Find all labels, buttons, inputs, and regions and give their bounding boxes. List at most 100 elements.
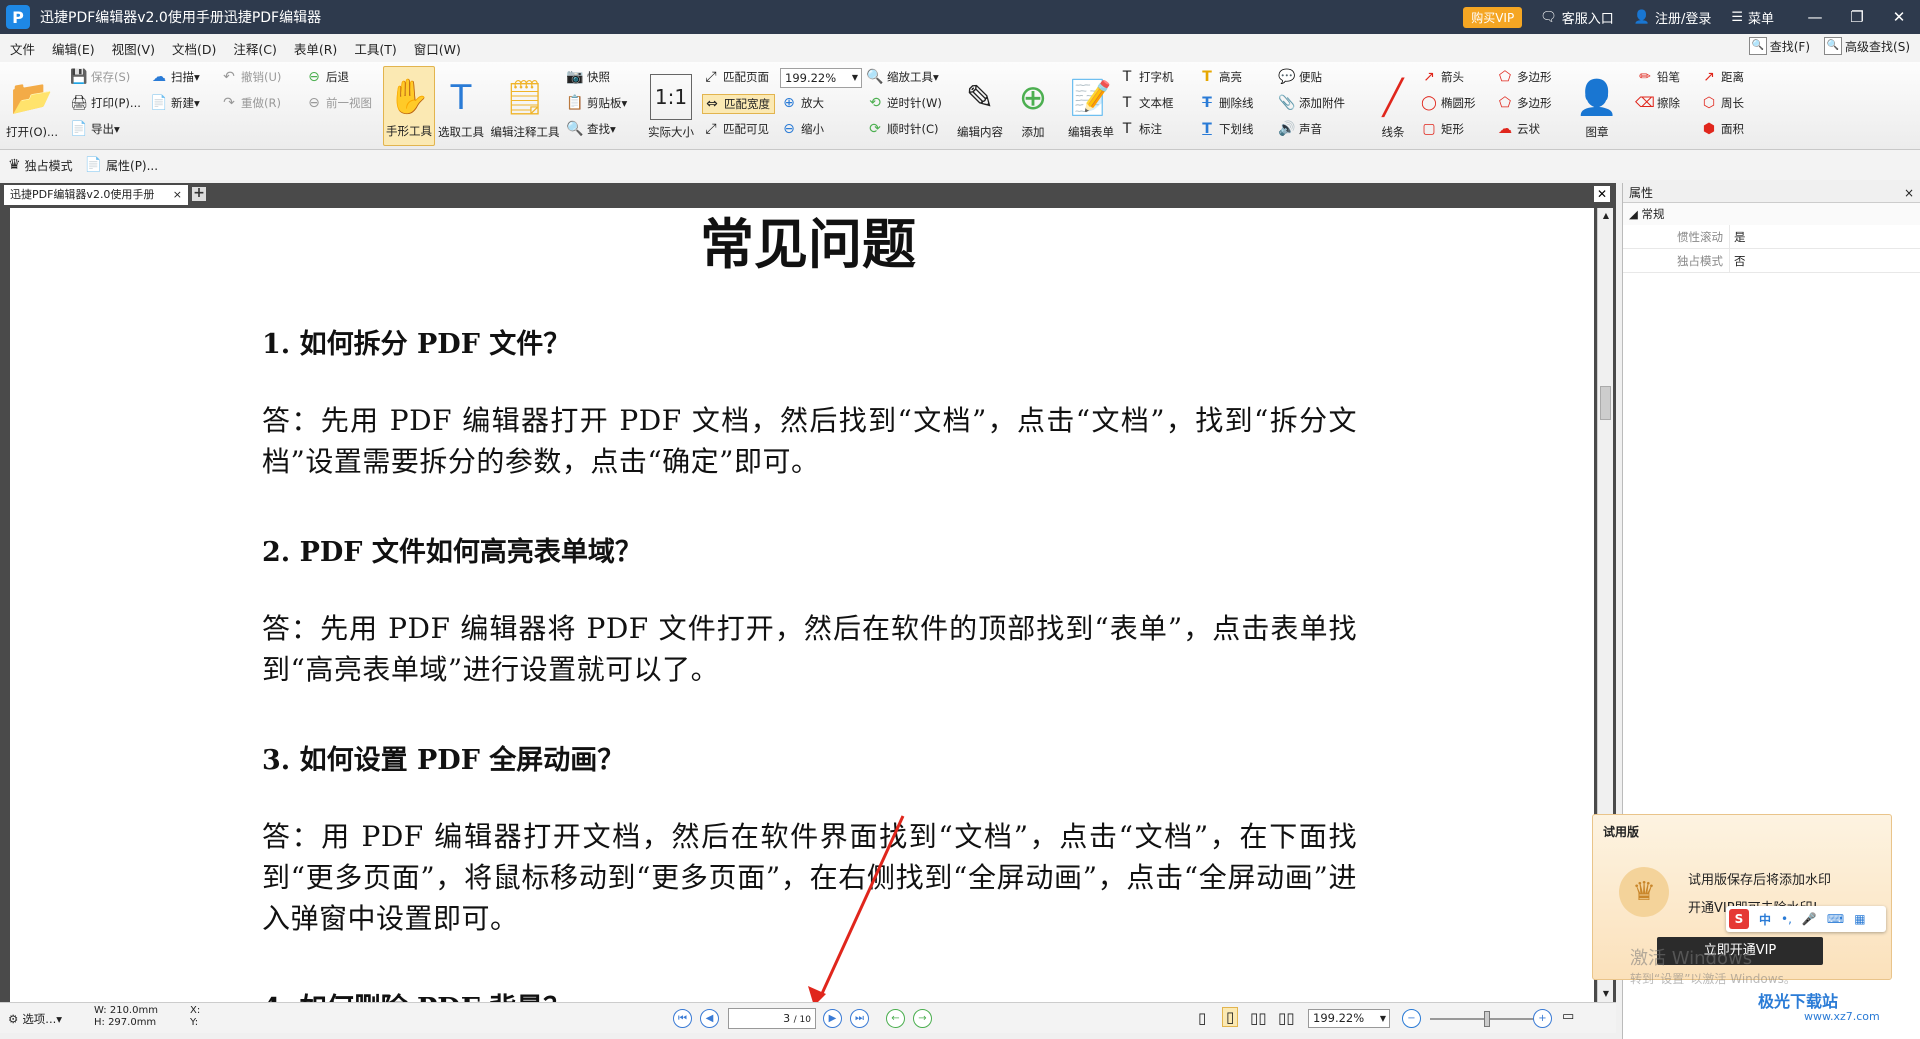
document-viewer[interactable]: 常见问题 1. 如何拆分 PDF 文件？ 答：先用 PDF 编辑器打开 PDF …	[0, 205, 1616, 1002]
first-page-button[interactable]: ⏮	[673, 1009, 692, 1028]
properties-group-general[interactable]: ◢ 常规	[1623, 203, 1920, 225]
note-button[interactable]: 💬 便贴	[1278, 68, 1322, 86]
search-button[interactable]: 🔍 查找 ▾	[566, 120, 616, 138]
stamp-button[interactable]: 👤 图章	[1572, 66, 1622, 146]
distance-button[interactable]: ↗ 距离	[1700, 68, 1744, 86]
typewriter-button[interactable]: T 打字机	[1118, 68, 1174, 86]
new-button[interactable]: 📄 新建 ▾	[150, 94, 200, 112]
menu-comment[interactable]: 注释(C)	[233, 39, 276, 58]
menu-tools[interactable]: 工具(T)	[354, 39, 396, 58]
statusbar-zoom-select[interactable]: 199.22% ▼	[1308, 1009, 1390, 1028]
polyline-button[interactable]: ⬠ 多边形	[1496, 68, 1552, 86]
menu-form[interactable]: 表单(R)	[294, 39, 337, 58]
next-page-button[interactable]: ▶	[823, 1009, 842, 1028]
redo-button[interactable]: ↷ 重做(R)	[220, 94, 281, 112]
rotate-ccw-button[interactable]: ⟲ 逆时针(W)	[866, 94, 942, 112]
sogou-icon[interactable]: S	[1729, 909, 1749, 929]
menu-document[interactable]: 文档(D)	[172, 39, 216, 58]
facing-continuous-view-icon[interactable]: ▯▯	[1278, 1009, 1295, 1027]
eraser-button[interactable]: ⌫ 擦除	[1635, 94, 1680, 112]
facing-view-icon[interactable]: ▯▯	[1250, 1009, 1267, 1027]
hand-tool-button[interactable]: ✋ 手形工具	[383, 66, 435, 146]
login-button[interactable]: 👤 注册/登录	[1634, 8, 1712, 27]
export-button[interactable]: 📄 导出 ▾	[70, 120, 120, 138]
perimeter-button[interactable]: ⬡ 周长	[1700, 94, 1744, 112]
rotate-cw-button[interactable]: ⟳ 顺时针(C)	[866, 120, 938, 138]
ime-toolbar[interactable]: S 中 •, 🎤 ⌨ ▦	[1726, 906, 1886, 932]
microphone-icon[interactable]: 🎤	[1802, 912, 1817, 926]
property-row[interactable]: 惯性滚动 是	[1623, 225, 1920, 249]
rect-button[interactable]: ▢ 矩形	[1420, 120, 1464, 138]
zoom-slider-knob[interactable]	[1484, 1011, 1490, 1027]
textbox-button[interactable]: T 文本框	[1118, 94, 1174, 112]
close-tab-icon[interactable]: ×	[173, 185, 182, 205]
area-button[interactable]: ⬢ 面积	[1700, 120, 1744, 138]
fit-page-button[interactable]: ⤢ 匹配页面	[702, 68, 769, 86]
fit-visible-button[interactable]: ⤢ 匹配可见	[702, 120, 769, 138]
statusbar-zoom-in-button[interactable]: +	[1533, 1009, 1552, 1028]
edit-content-button[interactable]: ✎ 编辑内容	[952, 66, 1008, 146]
options-button[interactable]: ⚙ 选项... ▾	[8, 1011, 62, 1027]
undo-button[interactable]: ↶ 撤销(U)	[220, 68, 281, 86]
property-value[interactable]: 是	[1729, 225, 1746, 248]
prev-view-button[interactable]: ⊖ 前一视图	[305, 94, 372, 112]
snapshot-button[interactable]: 📷 快照	[566, 68, 610, 86]
fit-width-button[interactable]: ⇔ 匹配宽度	[702, 94, 775, 114]
buy-vip-button[interactable]: 购买VIP	[1463, 6, 1523, 28]
ellipse-button[interactable]: ◯ 椭圆形	[1420, 94, 1475, 112]
scrollbar-thumb[interactable]	[1600, 386, 1611, 420]
minimize-button[interactable]: —	[1794, 8, 1836, 26]
prev-page-button[interactable]: ◀	[700, 1009, 719, 1028]
highlight-button[interactable]: T 高亮	[1198, 68, 1242, 86]
zoom-in-button[interactable]: ⊕ 放大	[780, 94, 824, 112]
back-button[interactable]: ⊖ 后退	[305, 68, 349, 86]
tab-document[interactable]: 迅捷PDF编辑器v2.0使用手册 ×	[4, 185, 188, 205]
pdf-page[interactable]: 常见问题 1. 如何拆分 PDF 文件？ 答：先用 PDF 编辑器打开 PDF …	[10, 208, 1594, 1002]
callout-button[interactable]: T 标注	[1118, 120, 1162, 138]
zoom-slider[interactable]	[1430, 1011, 1540, 1027]
menu-view[interactable]: 视图(V)	[112, 39, 155, 58]
punctuation-icon[interactable]: •,	[1781, 912, 1792, 926]
add-button[interactable]: ⊕ 添加	[1010, 66, 1056, 146]
customer-service-button[interactable]: 🗨 客服入口	[1540, 8, 1614, 27]
cloud-button[interactable]: ☁ 云状	[1496, 120, 1540, 138]
edit-form-button[interactable]: 📝 编辑表单	[1060, 66, 1122, 146]
properties-button[interactable]: 📄 属性(P)...	[85, 157, 158, 174]
arrow-button[interactable]: ↗ 箭头	[1420, 68, 1464, 86]
zoom-select[interactable]: 199.22% ▼	[780, 68, 862, 88]
scroll-down-icon[interactable]: ▼	[1598, 986, 1614, 1002]
property-value[interactable]: 否	[1729, 249, 1746, 272]
polygon-button[interactable]: ⬠ 多边形	[1496, 94, 1552, 112]
main-menu-button[interactable]: ☰ 菜单	[1731, 8, 1774, 27]
scroll-up-icon[interactable]: ▲	[1598, 208, 1614, 224]
zoom-out-button[interactable]: ⊖ 缩小	[780, 120, 824, 138]
exclusive-mode-button[interactable]: ♛ 独占模式	[8, 157, 73, 174]
attach-button[interactable]: 📎 添加附件	[1278, 94, 1345, 112]
close-panel-icon[interactable]: ×	[1904, 183, 1914, 203]
actual-size-button[interactable]: 1:1 实际大小	[644, 66, 698, 146]
edit-annot-tool-button[interactable]: 🗒 编辑注释工具	[488, 66, 562, 146]
sound-button[interactable]: 🔊 声音	[1278, 120, 1322, 138]
open-button[interactable]: 📂 打开(O)...	[4, 66, 60, 146]
pencil-button[interactable]: ✏ 铅笔	[1636, 68, 1680, 86]
advanced-find-button[interactable]: 🔍 高级查找(S)	[1824, 37, 1910, 55]
fullscreen-icon[interactable]: ▭	[1562, 1009, 1574, 1024]
menu-file[interactable]: 文件	[10, 39, 35, 58]
strikeout-button[interactable]: T 删除线	[1198, 94, 1253, 112]
underline-button[interactable]: T 下划线	[1198, 120, 1253, 138]
restore-button[interactable]: ❐	[1836, 8, 1878, 26]
history-back-button[interactable]: ←	[886, 1009, 905, 1028]
history-forward-button[interactable]: →	[913, 1009, 932, 1028]
close-window-button[interactable]: ✕	[1878, 8, 1920, 26]
new-tab-button[interactable]: +	[192, 186, 206, 201]
clipboard-button[interactable]: 📋 剪贴板 ▾	[566, 94, 627, 112]
last-page-button[interactable]: ⏭	[850, 1009, 869, 1028]
zoom-tool-button[interactable]: 🔍 缩放工具 ▾	[866, 68, 939, 86]
ime-mode[interactable]: 中	[1759, 911, 1771, 928]
save-button[interactable]: 💾 保存(S)	[70, 68, 130, 86]
single-page-view-icon[interactable]: ▯	[1198, 1009, 1206, 1027]
menu-edit[interactable]: 编辑(E)	[52, 39, 95, 58]
print-button[interactable]: 🖨 打印(P)...	[70, 94, 141, 112]
line-button[interactable]: ╱ 线条	[1366, 66, 1420, 146]
select-tool-button[interactable]: T 选取工具	[436, 66, 486, 146]
